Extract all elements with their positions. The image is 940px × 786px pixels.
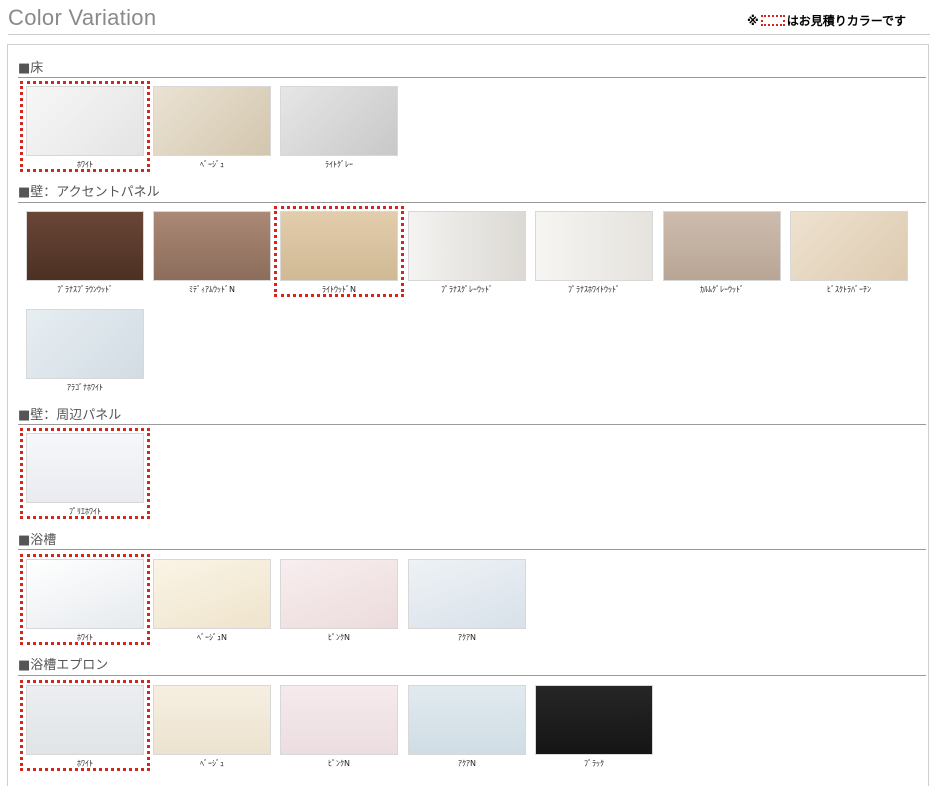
swatch-label: ﾗｲﾄｳｯﾄﾞN	[322, 285, 356, 294]
color-chip	[408, 211, 526, 281]
swatch-prie-white[interactable]: ﾌﾟﾘｴﾎﾜｲﾄ	[26, 433, 144, 517]
color-chip	[26, 433, 144, 503]
estimate-color-note: ※ はお見積りカラーです	[747, 12, 906, 29]
swatch-label: ﾍﾞｰｼﾞｭ	[200, 759, 224, 768]
section-divider	[18, 549, 926, 550]
color-chip	[790, 211, 908, 281]
swatch-label: ﾗｲﾄｸﾞﾚｰ	[325, 160, 353, 169]
swatch-apron-white[interactable]: ﾎﾜｲﾄ	[26, 685, 144, 769]
color-chip	[153, 211, 271, 281]
swatch-floor-beige[interactable]: ﾍﾞｰｼﾞｭ	[153, 86, 271, 170]
swatch-planas-gray-wood[interactable]: ﾌﾟﾗﾅｽｸﾞﾚｰｳｯﾄﾞ	[408, 211, 526, 295]
section-title-bathtub-apron: ■浴槽エプロン	[18, 658, 109, 673]
swatch-label: ﾌﾟﾗﾅｽﾎﾜｲﾄｳｯﾄﾞ	[568, 285, 620, 294]
color-chip	[408, 559, 526, 629]
swatch-label: ｱｸｱN	[458, 633, 476, 642]
swatch-label: ﾋﾟﾝｸN	[328, 759, 350, 768]
page-header: Color Variation ※ はお見積りカラーです	[8, 0, 930, 35]
swatch-floor-light-gray[interactable]: ﾗｲﾄｸﾞﾚｰ	[280, 86, 398, 170]
color-chip	[26, 211, 144, 281]
color-chip	[26, 559, 144, 629]
swatch-light-wood-n[interactable]: ﾗｲﾄｳｯﾄﾞN	[280, 211, 398, 295]
swatch-calm-gray-wood[interactable]: ｶﾙﾑｸﾞﾚｰｳｯﾄﾞ	[663, 211, 781, 295]
swatch-bathtub-aqua-n[interactable]: ｱｸｱN	[408, 559, 526, 643]
swatch-label: ｱﾗｺﾞﾅﾎﾜｲﾄ	[67, 383, 103, 392]
section-divider	[18, 202, 926, 203]
color-chip	[280, 211, 398, 281]
swatch-label: ﾍﾞｰｼﾞｭ	[200, 160, 224, 169]
note-text: はお見積りカラーです	[786, 14, 906, 28]
swatch-label: ﾋﾟﾝｸN	[328, 633, 350, 642]
color-chip	[26, 309, 144, 379]
color-chip	[280, 685, 398, 755]
swatch-label: ﾌﾞﾗｯｸ	[584, 759, 604, 768]
swatch-label: ﾐﾃﾞｨｱﾑｳｯﾄﾞN	[189, 285, 235, 294]
swatch-apron-black[interactable]: ﾌﾞﾗｯｸ	[535, 685, 653, 769]
color-chip	[153, 685, 271, 755]
swatch-floor-white[interactable]: ﾎﾜｲﾄ	[26, 86, 144, 170]
swatch-label: ﾍﾞｰｼﾞｭN	[197, 633, 227, 642]
swatch-label: ﾌﾟﾗﾅｽｸﾞﾚｰｳｯﾄﾞ	[441, 285, 493, 294]
page-title: Color Variation	[8, 5, 157, 30]
swatch-label: ﾌﾟﾗﾅｽﾌﾞﾗｳﾝｳｯﾄﾞ	[57, 285, 113, 294]
color-chip	[280, 86, 398, 156]
swatch-bathtub-pink-n[interactable]: ﾋﾟﾝｸN	[280, 559, 398, 643]
section-title-surrounding-panel: ■壁：周辺パネル	[18, 408, 122, 423]
swatch-medium-wood-n[interactable]: ﾐﾃﾞｨｱﾑｳｯﾄﾞN	[153, 211, 271, 295]
swatch-label: ﾎﾜｲﾄ	[77, 759, 93, 768]
swatch-label: ｶﾙﾑｸﾞﾚｰｳｯﾄﾞ	[700, 285, 744, 294]
swatch-label: ﾎﾜｲﾄ	[77, 160, 93, 169]
swatch-label: ｱｸｱN	[458, 759, 476, 768]
section-title-bathtub: ■浴槽	[18, 533, 57, 548]
swatch-biscotra-birch[interactable]: ﾋﾞｽｸﾄﾗﾊﾞｰﾁﾝ	[790, 211, 908, 295]
color-chip	[663, 211, 781, 281]
section-divider	[18, 675, 926, 676]
dotted-frame-icon	[760, 15, 785, 26]
swatch-label: ﾌﾟﾘｴﾎﾜｲﾄ	[69, 507, 101, 516]
section-title-accent-panel: ■壁：アクセントパネル	[18, 185, 160, 200]
color-chip	[535, 211, 653, 281]
color-chip	[535, 685, 653, 755]
section-divider	[18, 424, 926, 425]
color-chip	[26, 86, 144, 156]
swatch-bathtub-white[interactable]: ﾎﾜｲﾄ	[26, 559, 144, 643]
color-variation-panel: ■床 ﾎﾜｲﾄ ﾍﾞｰｼﾞｭ ﾗｲﾄｸﾞﾚｰ ■壁：アクセントパネル ﾌﾟﾗﾅｽ…	[7, 44, 929, 786]
section-divider	[18, 77, 926, 78]
color-chip	[26, 685, 144, 755]
swatch-label: ﾎﾜｲﾄ	[77, 633, 93, 642]
swatch-label: ﾋﾞｽｸﾄﾗﾊﾞｰﾁﾝ	[827, 285, 871, 294]
note-prefix: ※	[747, 13, 759, 28]
swatch-apron-beige[interactable]: ﾍﾞｰｼﾞｭ	[153, 685, 271, 769]
swatch-planas-white-wood[interactable]: ﾌﾟﾗﾅｽﾎﾜｲﾄｳｯﾄﾞ	[535, 211, 653, 295]
color-chip	[408, 685, 526, 755]
section-title-floor: ■床	[18, 61, 44, 76]
swatch-apron-pink-n[interactable]: ﾋﾟﾝｸN	[280, 685, 398, 769]
color-chip	[280, 559, 398, 629]
swatch-bathtub-beige-n[interactable]: ﾍﾞｰｼﾞｭN	[153, 559, 271, 643]
color-chip	[153, 559, 271, 629]
swatch-aragona-white[interactable]: ｱﾗｺﾞﾅﾎﾜｲﾄ	[26, 309, 144, 393]
swatch-planas-brown-wood[interactable]: ﾌﾟﾗﾅｽﾌﾞﾗｳﾝｳｯﾄﾞ	[26, 211, 144, 295]
color-chip	[153, 86, 271, 156]
swatch-apron-aqua-n[interactable]: ｱｸｱN	[408, 685, 526, 769]
